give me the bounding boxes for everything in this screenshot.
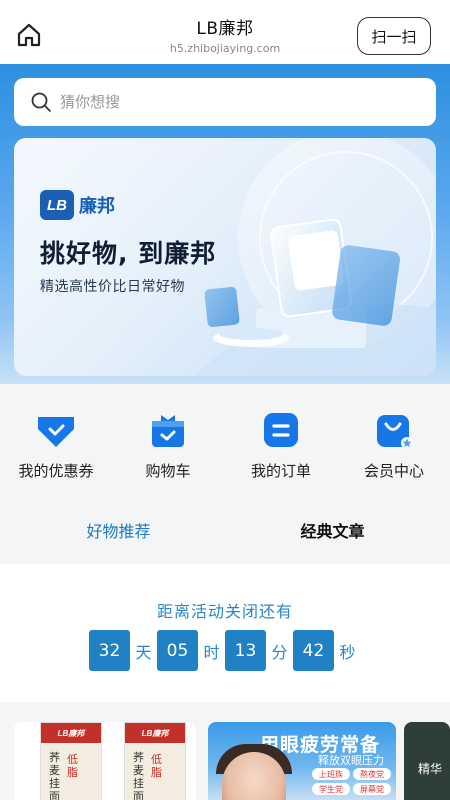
product-tag: 上班族 <box>312 768 350 780</box>
package-stamp: 低脂 <box>151 753 162 779</box>
category-member[interactable]: 会员中心 <box>338 408 450 481</box>
countdown-seconds: 42 <box>293 630 334 671</box>
content-tabs: 好物推荐 经典文章 <box>0 510 450 550</box>
product-subline: 释放双眼压力 <box>318 754 384 767</box>
product-tags: 上班族 熬夜党 学生党 屏幕党 <box>312 768 394 795</box>
countdown-hours-unit: 时 <box>203 642 220 662</box>
category-label: 购物车 <box>145 462 191 480</box>
package-brand: LB廉邦 <box>125 723 185 743</box>
coupon-icon <box>34 408 78 452</box>
member-bag-icon <box>372 408 416 452</box>
category-cart[interactable]: 购物车 <box>112 408 224 481</box>
banner-subline: 精选高性价比日常好物 <box>40 279 185 295</box>
tab-articles[interactable]: 经典文章 <box>220 518 445 542</box>
product-tag: 学生党 <box>312 783 350 795</box>
package-name: 荞麦挂面 <box>133 751 144 800</box>
search-icon <box>31 92 51 112</box>
category-orders[interactable]: 我的订单 <box>225 408 337 481</box>
product-tag: 熬夜党 <box>353 768 391 780</box>
product-card-partial[interactable]: 精华 <box>404 722 450 800</box>
countdown-hours: 05 <box>157 630 198 671</box>
product-row: LB廉邦 荞麦挂面 低脂 LB廉邦 荞麦挂面 低脂 用眼疲劳常备 释放双眼压力 … <box>0 710 450 800</box>
search-bar[interactable] <box>14 78 436 126</box>
logo-mark: LB <box>40 190 74 220</box>
product-package: LB廉邦 荞麦挂面 低脂 <box>40 722 102 800</box>
countdown-seconds-unit: 秒 <box>339 642 356 662</box>
countdown-minutes-unit: 分 <box>271 642 288 662</box>
category-row: 我的优惠券 购物车 我的订单 会员中心 <box>0 396 450 496</box>
logo-name: 廉邦 <box>79 196 115 217</box>
countdown-days-unit: 天 <box>135 642 152 662</box>
category-label: 我的优惠券 <box>18 462 94 480</box>
banner-illustration <box>196 138 436 376</box>
tab-recommended[interactable]: 好物推荐 <box>6 518 231 542</box>
scan-button[interactable]: 扫一扫 <box>357 17 431 55</box>
countdown-days: 32 <box>89 630 130 671</box>
category-coupons[interactable]: 我的优惠券 <box>0 408 112 481</box>
category-label: 我的订单 <box>250 462 311 480</box>
order-icon <box>259 408 303 452</box>
category-label: 会员中心 <box>363 462 424 480</box>
countdown-minutes: 13 <box>225 630 266 671</box>
countdown-card: 距离活动关闭还有 32 天 05 时 13 分 42 秒 <box>0 564 450 702</box>
package-name: 荞麦挂面 <box>49 751 60 800</box>
top-bar: LB廉邦 h5.zhibojiaying.com 扫一扫 <box>0 0 450 64</box>
countdown-title: 距离活动关闭还有 <box>156 602 293 621</box>
product-text: 精华 <box>418 762 443 776</box>
banner-headline: 挑好物, 到廉邦 <box>40 239 217 268</box>
promo-banner[interactable]: LB 廉邦 挑好物, 到廉邦 精选高性价比日常好物 <box>14 138 436 376</box>
brand-logo: LB 廉邦 <box>40 190 115 220</box>
search-input[interactable] <box>60 93 400 111</box>
product-tag: 屏幕党 <box>353 783 391 795</box>
cart-bag-icon <box>146 408 190 452</box>
package-brand: LB廉邦 <box>41 723 101 743</box>
product-card-eyecare[interactable]: 用眼疲劳常备 释放双眼压力 上班族 熬夜党 学生党 屏幕党 <box>208 722 396 800</box>
countdown-timer: 32 天 05 时 13 分 42 秒 <box>0 630 450 671</box>
product-package: LB廉邦 荞麦挂面 低脂 <box>124 722 186 800</box>
package-stamp: 低脂 <box>67 753 78 779</box>
product-card-noodles[interactable]: LB廉邦 荞麦挂面 低脂 LB廉邦 荞麦挂面 低脂 <box>14 722 196 800</box>
